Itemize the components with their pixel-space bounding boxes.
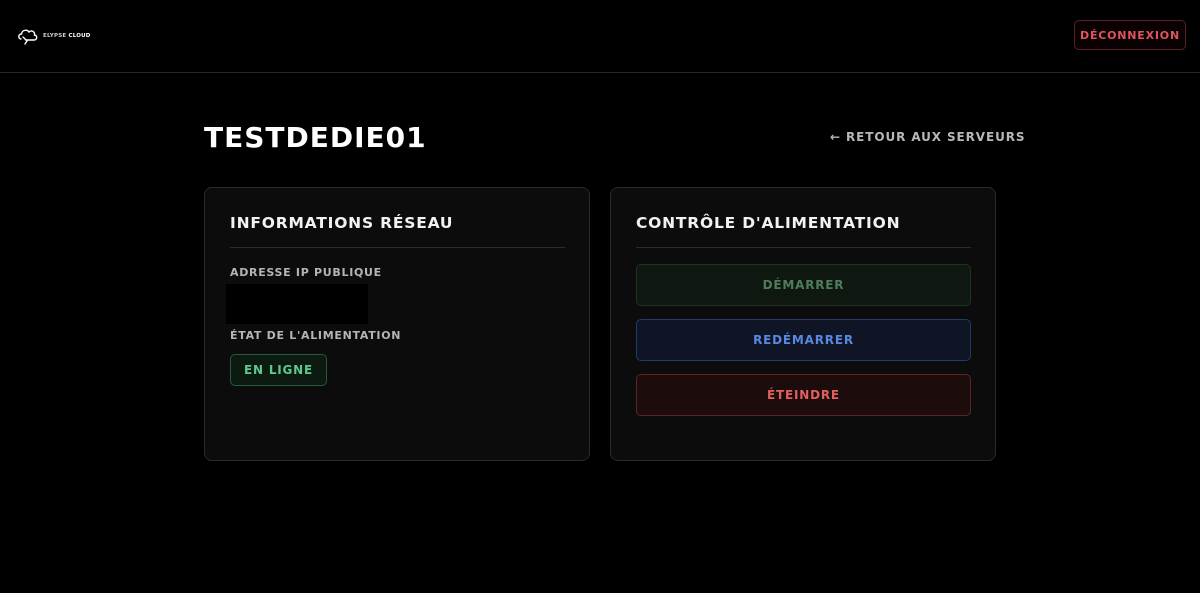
brand-name: ELYPSE CLOUD: [43, 33, 91, 39]
card-divider: [636, 247, 971, 248]
brand-logo[interactable]: ELYPSE CLOUD: [17, 26, 91, 46]
status-badge: EN LIGNE: [230, 354, 328, 386]
power-state-label: ÉTAT DE L'ALIMENTATION: [230, 329, 402, 342]
card-divider: [230, 247, 565, 248]
logout-button[interactable]: DÉCONNEXION: [1074, 20, 1186, 50]
top-bar: ELYPSE CLOUD DÉCONNEXION: [0, 0, 1200, 73]
public-ip-value: [226, 284, 368, 324]
page-title: TESTDEDIE01: [204, 121, 427, 154]
restart-button[interactable]: REDÉMARRER: [636, 319, 971, 361]
cloud-logo-icon: [17, 26, 39, 46]
power-card-title: CONTRÔLE D'ALIMENTATION: [636, 214, 901, 232]
power-control-card: CONTRÔLE D'ALIMENTATION DÉMARRER REDÉMAR…: [610, 187, 996, 461]
network-info-card: INFORMATIONS RÉSEAU ADRESSE IP PUBLIQUE …: [204, 187, 590, 461]
network-card-title: INFORMATIONS RÉSEAU: [230, 214, 454, 232]
public-ip-label: ADRESSE IP PUBLIQUE: [230, 266, 382, 279]
back-to-servers-link[interactable]: ← RETOUR AUX SERVEURS: [830, 130, 1025, 144]
shutdown-button[interactable]: ÉTEINDRE: [636, 374, 971, 416]
start-button[interactable]: DÉMARRER: [636, 264, 971, 306]
